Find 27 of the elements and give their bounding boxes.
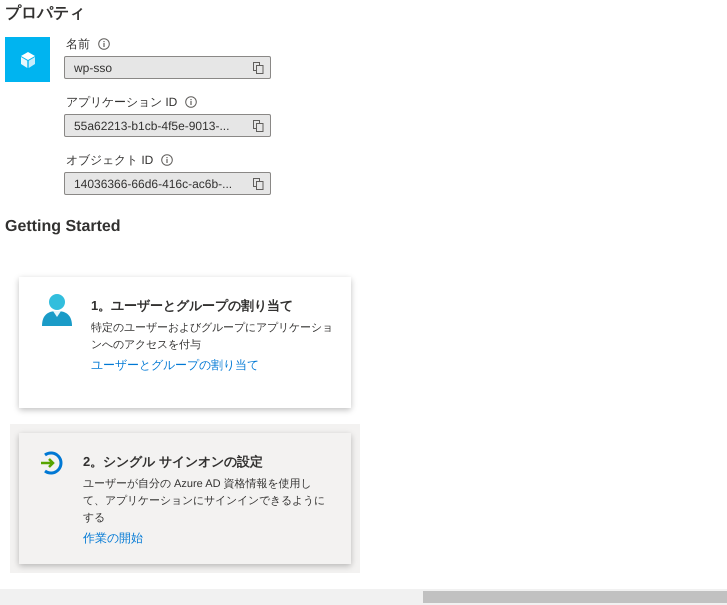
person-icon [40,293,74,327]
card-description: 特定のユーザーおよびグループにアプリケーションへのアクセスを付与 [91,320,334,353]
app-icon [5,37,50,82]
card-description: ユーザーが自分の Azure AD 資格情報を使用して、アプリケーションにサインインできるようにする [83,477,326,526]
card-link[interactable]: ユーザーとグループの割り当て [91,356,259,374]
read-only-field[interactable]: 55a62213-b1cb-4f5e-9013-... [64,114,271,137]
copy-icon[interactable] [253,120,264,132]
section-title: プロパティ [5,3,86,24]
horizontal-scrollbar[interactable] [0,589,727,605]
field-label: アプリケーション ID [66,94,178,111]
card-title: 2。シングル サインオンの設定 [83,453,264,471]
info-icon[interactable] [161,154,174,166]
copy-icon[interactable] [253,178,264,190]
info-icon[interactable] [185,96,198,108]
read-only-field[interactable]: wp-sso [64,56,271,79]
field-label: 名前 [66,36,90,53]
task-card[interactable]: 1。ユーザーとグループの割り当て 特定のユーザーおよびグループにアプリケーションへのアクセスを付与 ユーザーとグループの割り当て [19,277,351,408]
section-title: Getting Started [5,217,122,237]
card-title: 1。ユーザーとグループの割り当て [91,297,294,315]
card-link[interactable]: 作業の開始 [83,529,143,547]
info-icon[interactable] [98,38,110,50]
field-label: オブジェクト ID [66,152,154,169]
read-only-field[interactable]: 14036366-66d6-416c-ac6b-... [64,172,271,195]
copy-icon[interactable] [253,62,264,74]
sign-in-arrow-icon [39,451,63,475]
task-card[interactable]: 2。シングル サインオンの設定 ユーザーが自分の Azure AD 資格情報を使用して、アプリケーションにサインインできるようにする 作業の開始 [19,433,351,564]
scrollbar-thumb[interactable] [423,591,727,603]
